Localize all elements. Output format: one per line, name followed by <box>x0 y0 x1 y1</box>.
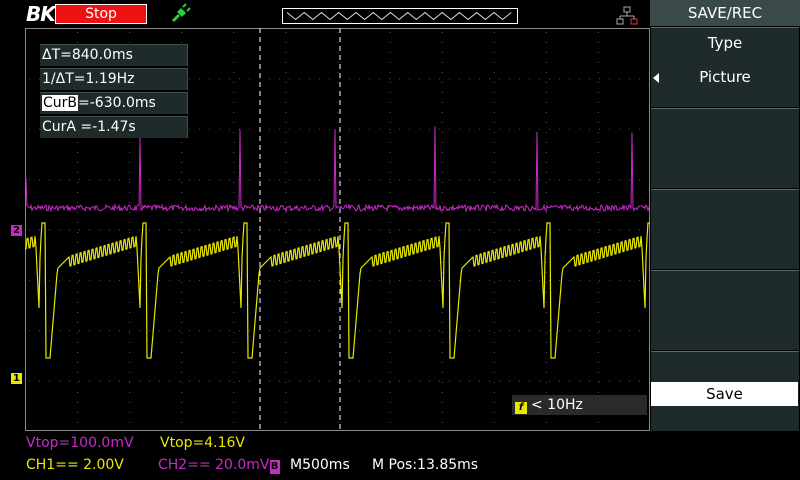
inverse-delta-t-readout: 1/ΔT=1.19Hz <box>40 68 188 90</box>
menu-item-save[interactable]: Save <box>651 351 799 431</box>
side-menu: SAVE/REC Type Picture Save <box>650 0 800 480</box>
arrow-left-icon <box>653 73 659 83</box>
trigger-plug-icon <box>171 3 191 23</box>
menu-item-slot-3[interactable] <box>651 189 799 269</box>
menu-item-type[interactable]: Type Picture <box>651 27 799 107</box>
bandwidth-limit-badge: B <box>269 460 280 474</box>
memory-position[interactable]: M Pos:13.85ms <box>372 457 478 473</box>
frequency-counter: f < 10Hz <box>512 395 647 415</box>
menu-item-slot-4[interactable] <box>651 270 799 350</box>
ch1-vtop: Vtop=4.16V <box>160 435 245 451</box>
ch2-scale[interactable]: CH2== 20.0mVB <box>158 457 280 474</box>
network-icon <box>616 6 638 25</box>
ch2-trace <box>25 126 650 213</box>
ch1-level-marker[interactable]: 1 <box>11 373 22 384</box>
ch2-vtop: Vtop=100.0mV <box>26 435 134 451</box>
cursor-b-label[interactable]: CurB <box>42 95 79 111</box>
timebase[interactable]: M500ms <box>290 457 350 473</box>
frequency-value: < 10Hz <box>531 397 583 413</box>
bottom-status-bar: Vtop=100.0mV Vtop=4.16V CH1== 2.00V CH2=… <box>0 431 650 480</box>
menu-item-type-label: Type <box>707 34 743 52</box>
save-button[interactable]: Save <box>651 382 798 406</box>
cursor-b-value: =-630.0ms <box>78 95 156 111</box>
cursor-a-readout: CurA =-1.47s <box>40 116 188 138</box>
top-status-bar: BK Stop <box>0 0 650 28</box>
frequency-icon: f <box>515 402 527 414</box>
ch1-scale[interactable]: CH1== 2.00V <box>26 457 124 473</box>
delta-t-readout: ΔT=840.0ms <box>40 44 188 66</box>
ch2-scale-text: CH2== 20.0mV <box>158 457 270 473</box>
ch1-trace <box>25 222 650 359</box>
menu-title: SAVE/REC <box>650 0 800 26</box>
ch2-level-marker[interactable]: 2 <box>11 225 22 236</box>
menu-item-type-value: Picture <box>699 68 751 86</box>
brand-logo: BK <box>26 2 56 26</box>
cursor-b-readout: CurB=-630.0ms <box>40 92 188 114</box>
run-stop-indicator[interactable]: Stop <box>55 4 147 24</box>
menu-item-slot-2[interactable] <box>651 108 799 188</box>
memory-overview-bar <box>282 8 518 24</box>
